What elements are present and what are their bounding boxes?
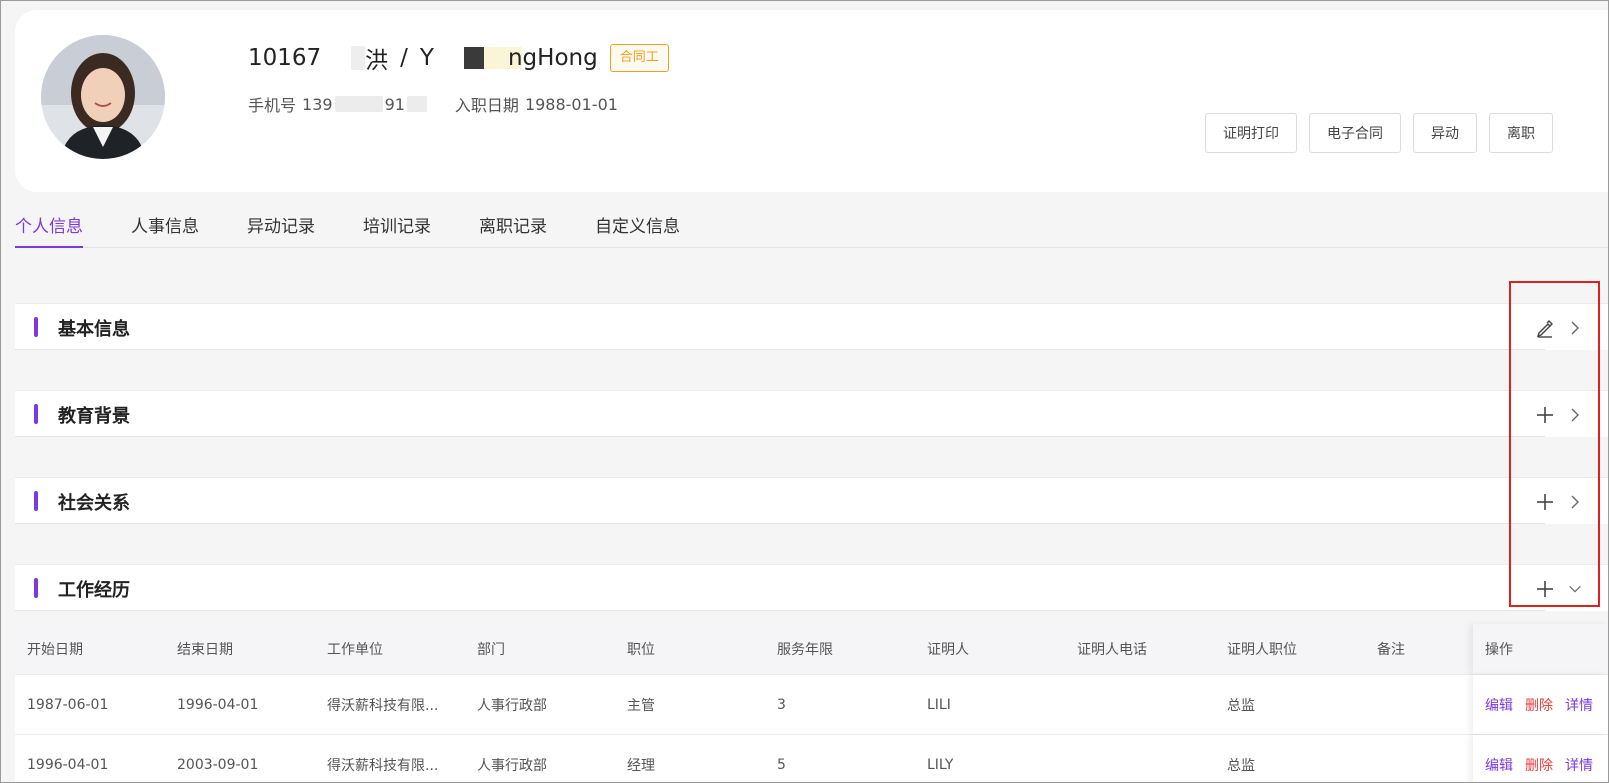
tab-hr-info[interactable]: 人事信息: [131, 200, 199, 247]
hire-date: 1988-01-01: [524, 94, 618, 114]
chevron-right-icon[interactable]: [1568, 320, 1582, 336]
plus-icon[interactable]: [1535, 492, 1555, 512]
name-separator: /: [400, 45, 408, 71]
print-certificate-button[interactable]: 证明打印: [1205, 113, 1297, 153]
end-date-cell: 2003-09-01: [177, 756, 259, 773]
transfer-button[interactable]: 异动: [1413, 113, 1477, 153]
section-title: 社会关系: [58, 493, 130, 514]
section-header: 工作经历: [15, 565, 1545, 611]
section-title: 基本信息: [58, 319, 130, 340]
column-header: 服务年限: [777, 642, 833, 658]
redacted-block: [351, 46, 366, 70]
employee-id: 10167: [248, 45, 322, 71]
column-header: 结束日期: [177, 642, 233, 658]
tab-training-records[interactable]: 培训记录: [363, 200, 431, 247]
tab-resignation-records[interactable]: 离职记录: [479, 200, 547, 247]
redacted-block: [463, 47, 484, 69]
redacted-block: [406, 96, 427, 112]
delete-link[interactable]: 删除: [1525, 695, 1553, 715]
position-cell: 经理: [627, 757, 655, 774]
employee-name-cn: 洪: [365, 48, 389, 74]
column-header: 开始日期: [27, 642, 83, 658]
detail-link[interactable]: 详情: [1565, 755, 1593, 775]
header-actions: 证明打印 电子合同 异动 离职: [1205, 113, 1553, 153]
service-years-cell: 3: [777, 696, 786, 713]
avatar-photo: [41, 35, 165, 159]
redacted-block: [334, 96, 383, 112]
company-cell: 得沃薪科技有限...: [327, 757, 439, 774]
column-header: 操作: [1473, 624, 1609, 674]
start-date-cell: 1987-06-01: [27, 696, 109, 713]
employee-header-card: 10167 洪 / Y ngHong 合同工 手机号 139 91 入职日期 1…: [15, 10, 1609, 192]
plus-icon[interactable]: [1535, 579, 1555, 599]
position-cell: 主管: [627, 697, 655, 714]
section-accent-bar: [34, 491, 38, 511]
employee-name-en-start: Y: [419, 45, 434, 71]
edit-link[interactable]: 编辑: [1485, 695, 1513, 715]
company-cell: 得沃薪科技有限...: [327, 697, 439, 714]
start-date-cell: 1996-04-01: [27, 756, 109, 773]
section-accent-bar: [34, 317, 38, 337]
reference-cell: LILY: [927, 756, 954, 773]
employee-meta: 手机号 139 91 入职日期 1988-01-01: [248, 92, 618, 116]
edit-icon[interactable]: [1535, 318, 1555, 338]
section-accent-bar: [34, 578, 38, 598]
employee-name-line: 10167 洪 / Y ngHong 合同工: [248, 40, 669, 76]
chevron-down-icon[interactable]: [1568, 581, 1582, 597]
row-actions: 编辑 删除 详情: [1473, 675, 1609, 734]
table-header-row: 开始日期 结束日期 工作单位 部门 职位 服务年限 证明人 证明人电话 证明人职…: [15, 624, 1609, 675]
detail-link[interactable]: 详情: [1565, 695, 1593, 715]
table-row: 1996-04-01 2003-09-01 得沃薪科技有限... 人事行政部 经…: [15, 735, 1609, 783]
column-header: 证明人电话: [1077, 642, 1147, 658]
phone-start: 139: [302, 94, 333, 114]
tab-personal-info[interactable]: 个人信息: [15, 200, 83, 248]
delete-link[interactable]: 删除: [1525, 755, 1553, 775]
chevron-right-icon[interactable]: [1568, 494, 1582, 510]
section-header: 社会关系: [15, 478, 1545, 524]
reference-position-cell: 总监: [1227, 697, 1255, 714]
department-cell: 人事行政部: [477, 757, 547, 774]
avatar: [41, 35, 165, 159]
employee-name-en: ngHong: [507, 45, 598, 71]
phone-label: 手机号: [248, 96, 297, 115]
resign-button[interactable]: 离职: [1489, 113, 1553, 153]
service-years-cell: 5: [777, 756, 786, 773]
tab-custom-info[interactable]: 自定义信息: [595, 200, 680, 247]
section-basic-info: 基本信息: [15, 303, 1609, 350]
e-contract-button[interactable]: 电子合同: [1309, 113, 1401, 153]
column-header: 职位: [627, 642, 655, 658]
column-header: 证明人: [927, 642, 969, 658]
section-header: 基本信息: [15, 304, 1545, 350]
plus-icon[interactable]: [1535, 405, 1555, 425]
hire-date-label: 入职日期: [454, 96, 519, 115]
end-date-cell: 1996-04-01: [177, 696, 259, 713]
table-row: 1987-06-01 1996-04-01 得沃薪科技有限... 人事行政部 主…: [15, 675, 1609, 735]
work-experience-table: 开始日期 结束日期 工作单位 部门 职位 服务年限 证明人 证明人电话 证明人职…: [15, 624, 1609, 783]
section-header: 教育背景: [15, 391, 1545, 437]
section-social-relations: 社会关系: [15, 477, 1609, 524]
column-header: 工作单位: [327, 642, 383, 658]
tab-bar: 个人信息 人事信息 异动记录 培训记录 离职记录 自定义信息: [15, 200, 1609, 248]
row-actions: 编辑 删除 详情: [1473, 735, 1609, 783]
employment-type-badge: 合同工: [609, 44, 669, 72]
section-title: 教育背景: [58, 406, 130, 427]
department-cell: 人事行政部: [477, 697, 547, 714]
edit-link[interactable]: 编辑: [1485, 755, 1513, 775]
section-education: 教育背景: [15, 390, 1609, 437]
phone-end: 91: [384, 94, 405, 114]
section-work-experience: 工作经历: [15, 564, 1609, 611]
column-header: 证明人职位: [1227, 642, 1297, 658]
reference-position-cell: 总监: [1227, 757, 1255, 774]
column-header: 部门: [477, 642, 505, 658]
section-accent-bar: [34, 404, 38, 424]
reference-cell: LILI: [927, 696, 951, 713]
section-title: 工作经历: [58, 580, 130, 601]
tab-transfer-records[interactable]: 异动记录: [247, 200, 315, 247]
chevron-right-icon[interactable]: [1568, 407, 1582, 423]
